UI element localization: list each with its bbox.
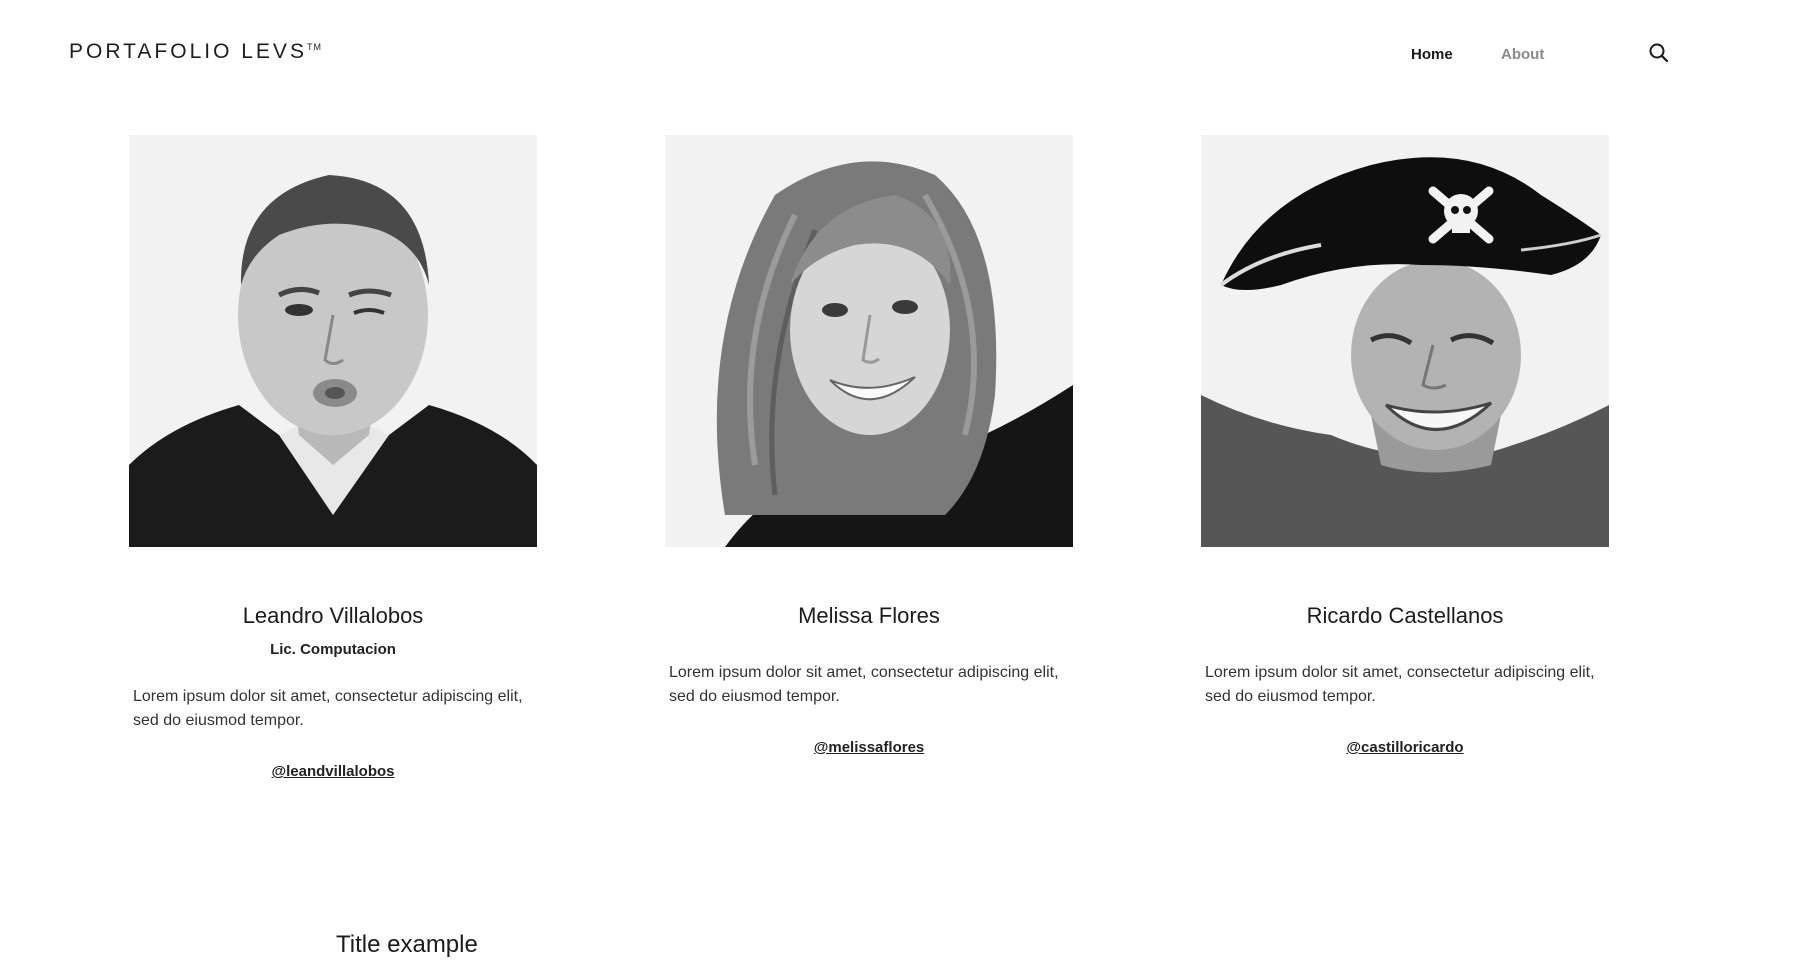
member-name: Melissa Flores [798,603,940,628]
member-description: Lorem ipsum dolor sit amet, consectetur … [133,688,523,729]
member-handle-link[interactable]: @leandvillalobos [129,763,537,780]
member-description: Lorem ipsum dolor sit amet, consectetur … [1205,664,1595,705]
team-card-leandro: Leandro Villalobos Lic. Computacion Lore… [129,135,537,780]
main-nav: Home About [0,46,1807,66]
member-name: Leandro Villalobos [242,603,424,628]
nav-home-link[interactable]: Home [1411,46,1453,63]
page: PORTAFOLIO LEVSTM Home About Leandro Vil… [0,0,1807,968]
portrait-photo [665,135,1073,547]
site-header: PORTAFOLIO LEVSTM Home About [0,0,1807,110]
section-title: Title example [336,930,478,958]
member-name: Ricardo Castellanos [1306,603,1504,628]
team-card-melissa: Melissa Flores Lorem ipsum dolor sit ame… [665,135,1073,756]
search-icon [1649,43,1669,63]
member-handle-link[interactable]: @melissaflores [665,739,1073,756]
member-handle-link[interactable]: @castilloricardo [1201,739,1609,756]
search-button[interactable] [1648,42,1672,66]
portrait-photo [129,135,537,547]
member-description: Lorem ipsum dolor sit amet, consectetur … [669,664,1059,705]
nav-about-link[interactable]: About [1501,46,1544,63]
team-card-ricardo: Ricardo Castellanos Lorem ipsum dolor si… [1201,135,1609,756]
member-role: Lic. Computacion [270,641,396,658]
portrait-photo [1201,135,1609,547]
